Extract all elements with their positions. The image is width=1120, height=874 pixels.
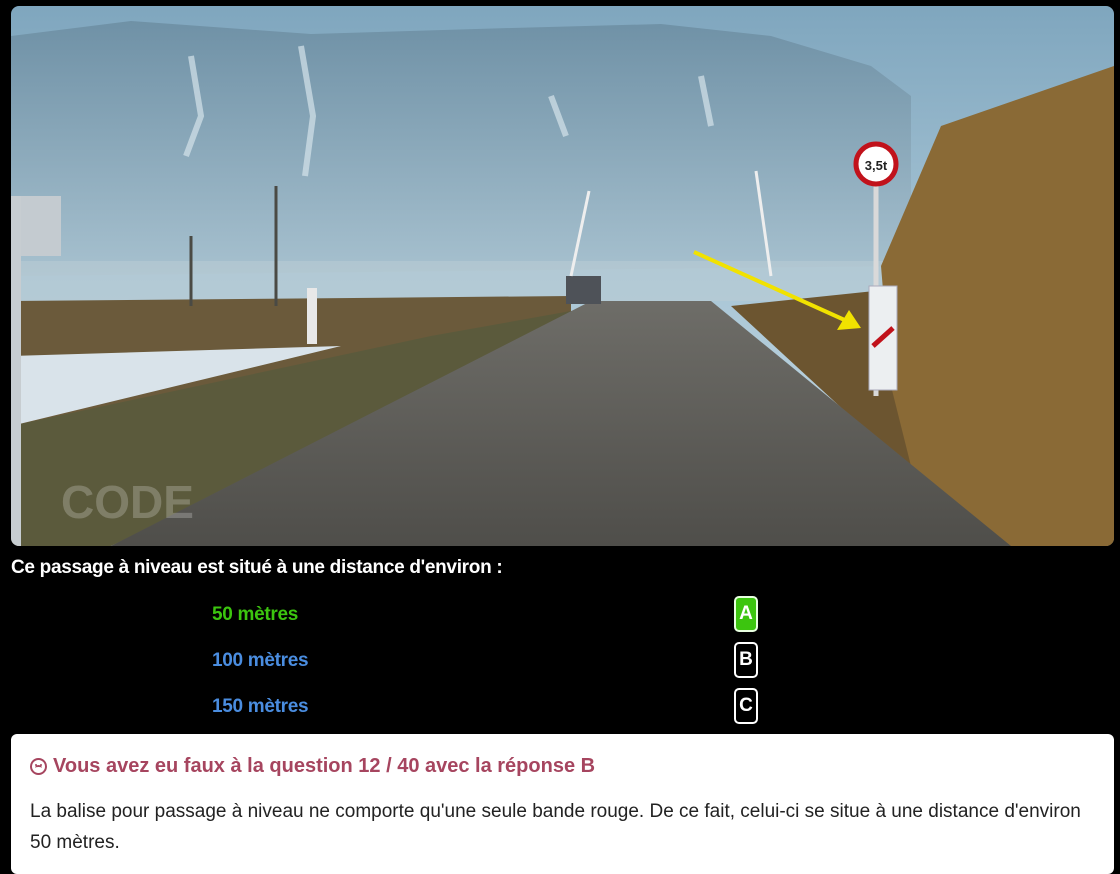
answer-text-c: 150 mètres (212, 696, 309, 717)
road-scene-image: 3,5t CODE (11, 6, 1114, 546)
answer-key-a[interactable]: A (734, 596, 758, 632)
answer-row-c[interactable]: 150 mètres C (0, 688, 1120, 728)
answer-text-b: 100 mètres (212, 650, 309, 671)
answer-text-a: 50 mètres (212, 604, 299, 625)
sad-face-icon (30, 758, 47, 775)
question-text: Ce passage à niveau est situé à une dist… (11, 557, 503, 578)
answer-row-a[interactable]: 50 mètres A (0, 596, 1120, 636)
answer-key-c[interactable]: C (734, 688, 758, 724)
feedback-panel: Vous avez eu faux à la question 12 / 40 … (11, 734, 1114, 874)
answer-row-b[interactable]: 100 mètres B (0, 642, 1120, 682)
watermark-logo: CODE (61, 476, 194, 528)
question-photo: 3,5t CODE (11, 6, 1114, 546)
weight-limit-sign: 3,5t (865, 158, 888, 173)
feedback-title: Vous avez eu faux à la question 12 / 40 … (30, 755, 595, 778)
feedback-title-text: Vous avez eu faux à la question 12 / 40 … (53, 755, 596, 777)
feedback-explanation: La balise pour passage à niveau ne compo… (30, 801, 1081, 853)
answer-key-b[interactable]: B (734, 642, 758, 678)
